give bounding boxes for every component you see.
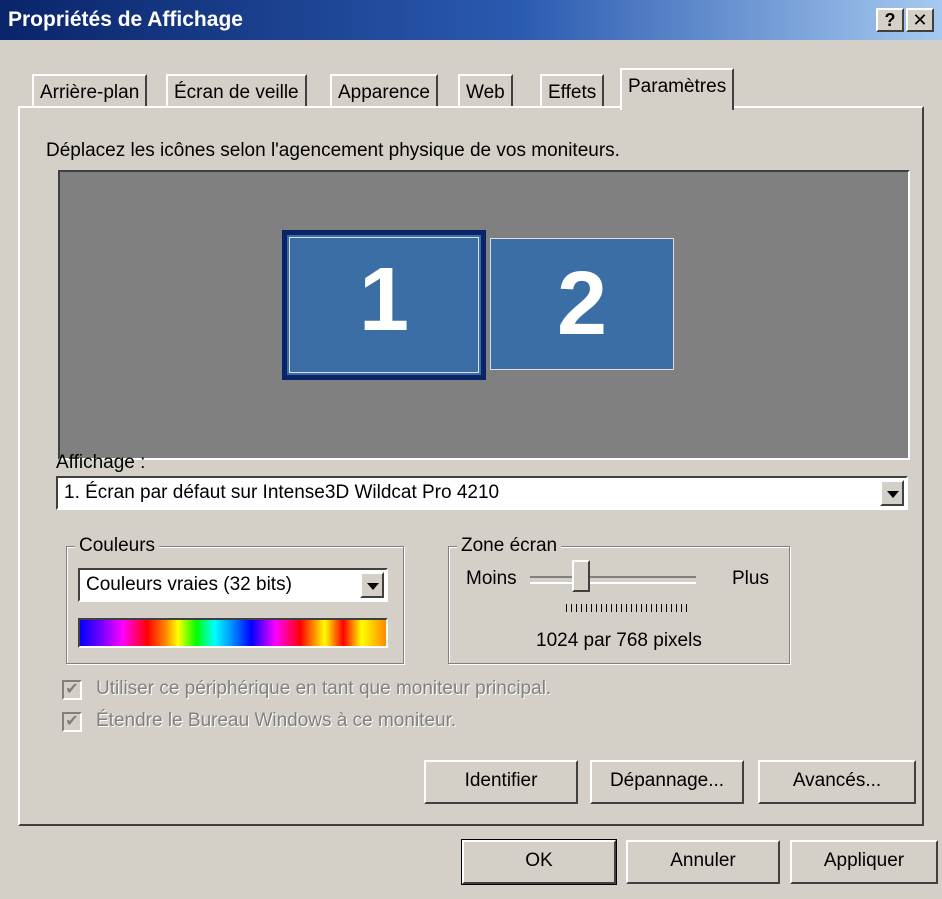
slider-less-label: Moins xyxy=(466,568,517,589)
title-bar[interactable]: Propriétés de Affichage ? ✕ xyxy=(0,0,942,40)
color-spectrum xyxy=(78,618,388,648)
monitor-1-highlight xyxy=(289,237,479,373)
close-button[interactable]: ✕ xyxy=(906,8,934,32)
tab-background[interactable]: Arrière-plan xyxy=(32,74,148,108)
resolution-slider-track[interactable] xyxy=(530,576,696,584)
tab-strip: Arrière-plan Écran de veille Apparence W… xyxy=(0,68,942,110)
monitor-2-number: 2 xyxy=(556,254,608,354)
cancel-button[interactable]: Annuler xyxy=(626,840,780,884)
display-label: Affichage : xyxy=(56,452,146,473)
apply-button[interactable]: Appliquer xyxy=(790,840,938,884)
window-title: Propriétés de Affichage xyxy=(8,8,243,31)
ok-button[interactable]: OK xyxy=(461,839,617,885)
tab-appearance[interactable]: Apparence xyxy=(330,74,438,108)
monitor-2[interactable]: 2 xyxy=(490,238,674,370)
resolution-text: 1024 par 768 pixels xyxy=(536,630,702,651)
primary-monitor-checkbox[interactable]: ✔ xyxy=(62,680,82,700)
tab-web[interactable]: Web xyxy=(458,74,513,108)
tab-screensaver[interactable]: Écran de veille xyxy=(166,74,307,108)
troubleshoot-button[interactable]: Dépannage... xyxy=(590,760,744,804)
color-depth-select[interactable]: Couleurs vraies (32 bits) xyxy=(78,568,388,602)
screen-area-legend: Zone écran xyxy=(457,535,562,557)
instruction-text: Déplacez les icônes selon l'agencement p… xyxy=(46,140,620,161)
color-depth-value: Couleurs vraies (32 bits) xyxy=(86,574,292,595)
monitor-1[interactable]: 1 xyxy=(282,230,486,380)
extend-desktop-checkbox[interactable]: ✔ xyxy=(62,712,82,732)
primary-monitor-label: Utiliser ce périphérique en tant que mon… xyxy=(96,678,552,699)
advanced-button[interactable]: Avancés... xyxy=(758,760,916,804)
slider-ticks xyxy=(566,604,688,612)
tab-settings[interactable]: Paramètres xyxy=(620,68,735,110)
monitor-arrangement: 1 2 xyxy=(58,170,910,460)
extend-desktop-label: Étendre le Bureau Windows à ce moniteur. xyxy=(96,710,457,731)
chevron-down-icon[interactable] xyxy=(880,480,904,506)
display-select-value: 1. Écran par défaut sur Intense3D Wildca… xyxy=(64,482,500,503)
tab-effects[interactable]: Effets xyxy=(540,74,605,108)
help-button[interactable]: ? xyxy=(876,8,904,32)
identify-button[interactable]: Identifier xyxy=(424,760,578,804)
resolution-slider-thumb[interactable] xyxy=(572,560,590,592)
chevron-down-icon[interactable] xyxy=(360,572,384,598)
slider-more-label: Plus xyxy=(732,568,769,589)
colors-legend: Couleurs xyxy=(75,535,160,557)
display-select[interactable]: 1. Écran par défaut sur Intense3D Wildca… xyxy=(56,476,908,510)
